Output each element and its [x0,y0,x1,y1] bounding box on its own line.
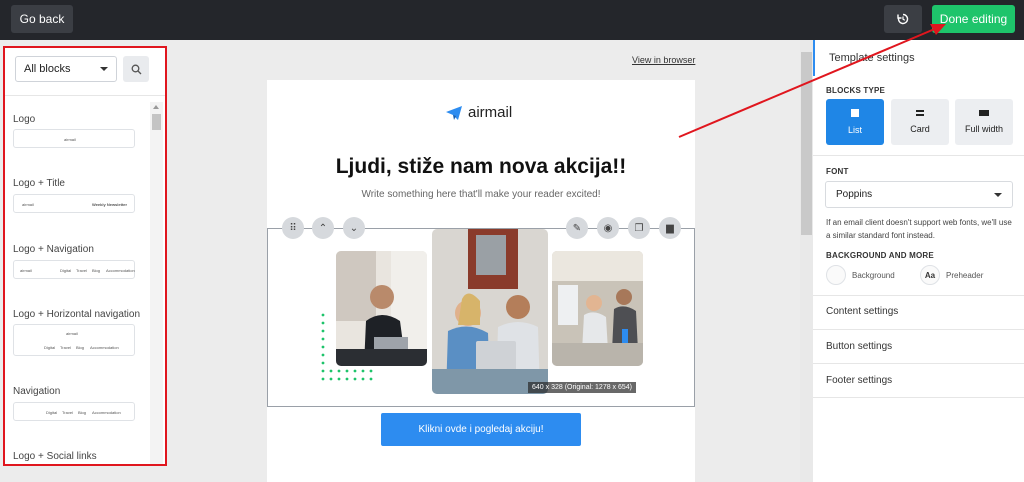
block-label: Logo + Social links [13,451,97,462]
block-thumb-logo-horizontal-navigation[interactable]: airmail Digital Travel Blog Accommodatio… [13,324,135,356]
blocks-type-card-button[interactable]: Card [891,99,949,145]
divider [813,329,1024,330]
thumb-text: Blog [78,410,87,415]
move-up-icon[interactable]: ⌃ [312,217,334,239]
drag-handle-icon[interactable]: ⠿ [282,217,304,239]
blocks-panel: All blocks Logo airmail Logo + Title air… [3,46,167,466]
button-settings-item[interactable]: Button settings [826,341,892,352]
preheader-icon[interactable]: Aa [920,265,940,285]
delete-trash-icon[interactable]: ▆ [659,217,681,239]
thumb-text: Digital [44,345,56,350]
thumb-text: Weekly Newsletter [92,202,128,207]
background-text[interactable]: Background [852,271,895,280]
canvas-scrollbar[interactable] [800,40,813,482]
image-block[interactable]: ⠿ ⌃ ⌄ ✎ ◉ ❐ ▆ 640 x 328 (Original: 1278 … [267,217,695,407]
blocks-scrollbar[interactable] [150,102,163,464]
email-preview: airmail Ljudi, stiže nam nova akcija!! W… [267,80,695,482]
card-icon [916,110,924,116]
background-swatch[interactable] [826,265,846,285]
type-label: Full width [964,124,1003,134]
type-label: Card [910,124,930,134]
photo-office-meeting [552,251,643,366]
type-label: List [847,125,862,135]
thumb-text: Digital [60,268,72,273]
thumb-text: Blog [76,345,85,350]
tab-template-settings[interactable]: Template settings [813,40,1024,76]
background-label: BACKGROUND AND MORE [826,251,934,260]
scrollbar-thumb[interactable] [152,114,161,130]
thumb-text: Travel [62,410,73,415]
thumb-text: Travel [76,268,87,273]
view-in-browser-link[interactable]: View in browser [632,55,695,65]
font-value: Poppins [836,189,873,200]
block-thumb-navigation[interactable]: Digital Travel Blog Accommodation [13,402,135,421]
scroll-up-icon[interactable] [153,105,159,109]
chevron-down-icon [100,67,108,71]
email-logo: airmail [446,104,512,121]
move-down-icon[interactable]: ⌄ [343,217,365,239]
blocks-panel-header: All blocks [5,48,165,96]
image-dimensions-label: 640 x 328 (Original: 1278 x 654) [528,382,637,393]
paper-plane-icon [446,105,462,120]
history-icon [897,13,909,25]
font-label: FONT [826,167,849,176]
thumb-text: Accommodation [92,410,121,415]
square-icon [851,109,859,117]
divider [813,295,1024,296]
block-thumb-logo-navigation[interactable]: airmail Digital Travel Blog Accommodatio… [13,260,135,279]
blocks-type-list-button[interactable]: List [826,99,884,145]
thumb-text: Accommodation [90,345,119,350]
top-bar: Go back Done editing [0,0,1024,40]
content-settings-item[interactable]: Content settings [826,306,898,317]
settings-panel: Template settings BLOCKS TYPE List Card … [813,40,1024,482]
thumb-text: Digital [46,410,58,415]
blocks-type-full-width-button[interactable]: Full width [955,99,1013,145]
blocks-filter-select[interactable]: All blocks [15,56,117,82]
thumb-text: airmail [66,331,78,336]
block-label: Navigation [13,386,61,397]
divider [813,155,1024,156]
email-subline[interactable]: Write something here that'll make your r… [267,189,695,200]
edit-pencil-icon[interactable]: ✎ [566,217,588,239]
full-width-icon [979,110,989,116]
go-back-button[interactable]: Go back [11,5,73,33]
email-headline[interactable]: Ljudi, stiže nam nova akcija!! [267,155,695,179]
divider [813,363,1024,364]
block-label: Logo [13,114,36,125]
photo-man-laptop [336,251,427,366]
preheader-text[interactable]: Preheader [946,271,983,280]
search-button[interactable] [123,56,149,82]
photo-team-laptop [432,229,548,394]
block-label: Logo + Navigation [13,244,94,255]
divider [813,397,1024,398]
duplicate-icon[interactable]: ❐ [628,217,650,239]
history-button[interactable] [884,5,922,33]
footer-settings-item[interactable]: Footer settings [826,375,892,386]
preview-eye-icon[interactable]: ◉ [597,217,619,239]
font-note: If an email client doesn't support web f… [826,218,1012,240]
thumb-text: airmail [64,137,76,142]
block-label: Logo + Horizontal navigation [13,309,141,320]
blocks-filter-value: All blocks [24,63,71,75]
font-select[interactable]: Poppins [825,181,1013,208]
block-thumb-logo[interactable]: airmail [13,129,135,148]
thumb-text: Blog [92,268,101,273]
cta-button[interactable]: Klikni ovde i pogledaj akciju! [381,413,581,446]
search-icon [131,64,141,74]
logo-text: airmail [468,104,513,121]
blocks-type-label: BLOCKS TYPE [826,86,886,95]
chevron-down-icon [994,192,1002,197]
block-thumb-logo-title[interactable]: airmail Weekly Newsletter [13,194,135,213]
tab-label: Template settings [829,52,915,64]
scrollbar-thumb[interactable] [801,52,812,235]
thumb-text: Accommodation [106,268,135,273]
done-editing-button[interactable]: Done editing [932,5,1015,33]
thumb-text: airmail [20,268,32,273]
block-label: Logo + Title [13,178,65,189]
thumb-text: Travel [60,345,71,350]
thumb-text: airmail [22,202,34,207]
